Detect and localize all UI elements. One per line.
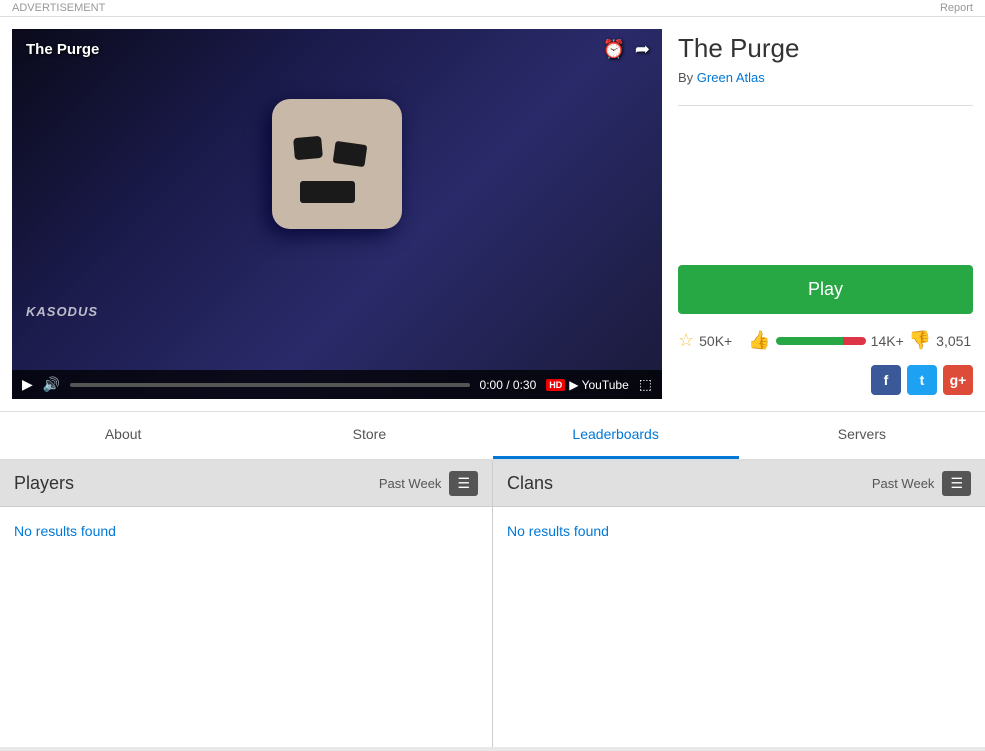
clans-period: Past Week	[872, 476, 935, 491]
clans-title: Clans	[507, 473, 553, 494]
vote-green-fill	[776, 337, 844, 345]
players-period: Past Week	[379, 476, 442, 491]
star-icon: ☆	[678, 330, 694, 351]
players-title: Players	[14, 473, 74, 494]
players-header: Players Past Week ☰	[0, 461, 492, 507]
clans-no-results: No results found	[507, 523, 609, 539]
players-controls: Past Week ☰	[379, 471, 478, 496]
video-controls-top: ⏰ ➦	[602, 39, 650, 60]
facebook-button[interactable]: f	[871, 365, 901, 395]
twitter-button[interactable]: t	[907, 365, 937, 395]
info-panel: The Purge By Green Atlas Play ☆ 50K+ 👍 1…	[678, 29, 973, 399]
clans-header: Clans Past Week ☰	[493, 461, 985, 507]
video-container: The Purge ⏰ ➦ KASODUS ▶ 🔊 0:00 / 0:30 HD…	[12, 29, 662, 399]
top-bar: ADVERTISEMENT Report	[0, 0, 985, 17]
clock-icon[interactable]: ⏰	[602, 39, 624, 60]
players-section: Players Past Week ☰ No results found	[0, 461, 493, 747]
tab-servers[interactable]: Servers	[739, 412, 985, 459]
volume-icon[interactable]: 🔊	[43, 376, 60, 393]
vote-red-fill	[843, 337, 866, 345]
clans-body: No results found	[493, 507, 985, 747]
youtube-icon: ▶ YouTube	[569, 378, 629, 392]
game-panel: The Purge ⏰ ➦ KASODUS ▶ 🔊 0:00 / 0:30 HD…	[0, 17, 985, 412]
game-author: By Green Atlas	[678, 70, 973, 85]
advertisement-label: ADVERTISEMENT	[12, 2, 105, 14]
likes-count: 14K+	[871, 333, 904, 349]
divider	[678, 105, 973, 106]
clans-section: Clans Past Week ☰ No results found	[493, 461, 985, 747]
vote-bar	[776, 337, 866, 345]
character-eye-left	[293, 136, 323, 160]
social-row: f t g+	[678, 365, 973, 395]
likes-stat: 👍 14K+ 👎 3,051	[748, 330, 971, 351]
fullscreen-icon[interactable]: ⬚	[639, 376, 652, 393]
game-title: The Purge	[678, 33, 973, 64]
play-video-button[interactable]: ▶	[22, 376, 33, 393]
author-link[interactable]: Green Atlas	[697, 70, 765, 85]
players-filter-button[interactable]: ☰	[449, 471, 478, 496]
thumbs-down-icon: 👎	[909, 330, 931, 351]
thumbs-up-icon: 👍	[748, 330, 770, 351]
progress-bar[interactable]	[70, 383, 469, 387]
character-illustration	[237, 99, 437, 359]
clans-controls: Past Week ☰	[872, 471, 971, 496]
hd-badge: HD	[546, 379, 565, 391]
character-mouth	[300, 181, 355, 203]
share-icon[interactable]: ➦	[635, 39, 650, 60]
tab-leaderboards[interactable]: Leaderboards	[493, 412, 739, 459]
clans-filter-button[interactable]: ☰	[942, 471, 971, 496]
googleplus-button[interactable]: g+	[943, 365, 973, 395]
stats-row: ☆ 50K+ 👍 14K+ 👎 3,051	[678, 330, 973, 351]
video-watermark: KASODUS	[26, 304, 98, 319]
character-eye-right	[333, 141, 368, 167]
report-link[interactable]: Report	[940, 2, 973, 14]
leaderboard-container: Players Past Week ☰ No results found Cla…	[0, 461, 985, 747]
players-no-results: No results found	[14, 523, 116, 539]
players-body: No results found	[0, 507, 492, 747]
video-controls-bottom: ▶ 🔊 0:00 / 0:30 HD ▶ YouTube ⬚	[12, 370, 662, 399]
play-button[interactable]: Play	[678, 265, 973, 314]
time-display: 0:00 / 0:30	[480, 378, 537, 392]
favorites-stat: ☆ 50K+	[678, 330, 732, 351]
favorites-count: 50K+	[699, 333, 732, 349]
video-thumbnail	[12, 29, 662, 399]
youtube-badge: HD ▶ YouTube	[546, 378, 629, 392]
character-head	[272, 99, 402, 229]
dislikes-count: 3,051	[936, 333, 971, 349]
tab-bar: About Store Leaderboards Servers	[0, 412, 985, 461]
tab-about[interactable]: About	[0, 412, 246, 459]
tab-store[interactable]: Store	[246, 412, 492, 459]
video-title-overlay: The Purge	[26, 41, 99, 58]
